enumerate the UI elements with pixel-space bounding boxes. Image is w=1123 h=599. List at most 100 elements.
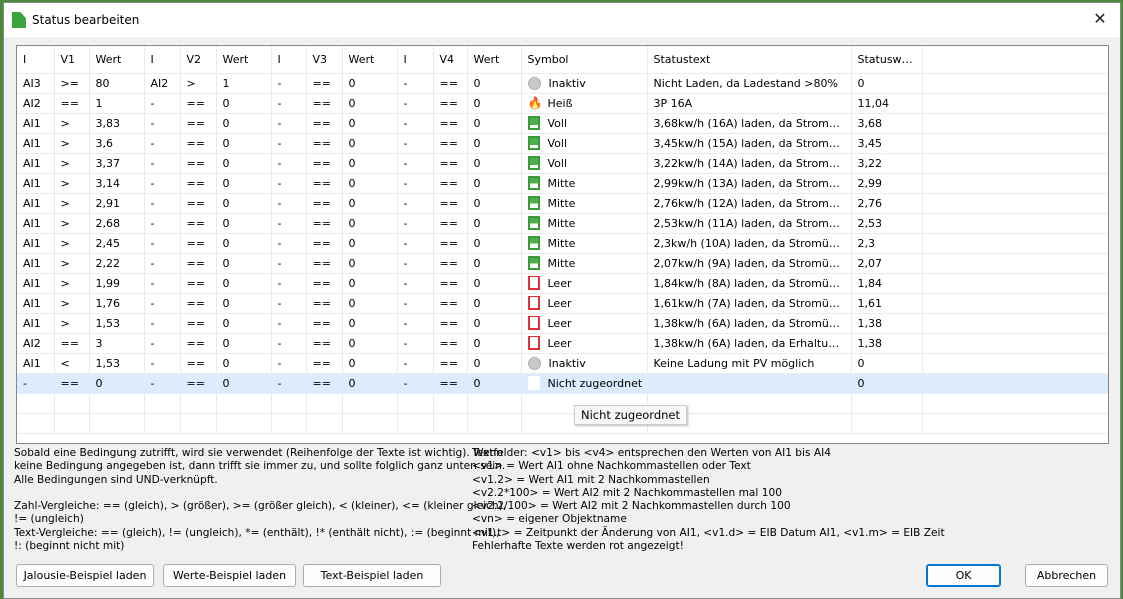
table-cell[interactable]: - (271, 193, 307, 214)
table-cell[interactable]: 0 (342, 133, 398, 154)
table-cell[interactable]: > (180, 73, 217, 94)
table-cell[interactable]: < (54, 353, 90, 374)
table-cell[interactable]: == (433, 253, 468, 274)
table-cell[interactable]: AI1 (17, 153, 55, 174)
table-cell[interactable]: == (433, 153, 468, 174)
table-cell[interactable]: == (306, 233, 343, 254)
table-cell[interactable]: - (144, 213, 181, 234)
column-header[interactable]: Symbol (521, 46, 648, 74)
table-cell[interactable]: 0 (342, 333, 398, 354)
table-cell[interactable]: 0 (216, 233, 272, 254)
table-cell[interactable]: 0 (467, 233, 522, 254)
table-cell[interactable]: - (397, 213, 434, 234)
table-cell[interactable]: - (271, 333, 307, 354)
symbol-cell[interactable]: Leer (521, 273, 648, 294)
cancel-button[interactable]: Abbrechen (1025, 564, 1108, 587)
table-cell[interactable]: - (271, 313, 307, 334)
ok-button[interactable]: OK (926, 564, 1001, 587)
table-cell[interactable]: 0 (467, 353, 522, 374)
table-cell[interactable]: 0 (216, 353, 272, 374)
table-cell[interactable]: 0 (342, 173, 398, 194)
table-cell[interactable]: == (433, 293, 468, 314)
table-cell[interactable]: AI1 (17, 273, 55, 294)
table-row[interactable]: AI1 >3,37- == 0- == 0- == 0 Voll 3,22kw/h (14A) l… (17, 153, 1108, 174)
table-cell[interactable]: > (54, 173, 90, 194)
table-cell[interactable]: == (433, 273, 468, 294)
table-cell[interactable]: == (306, 313, 343, 334)
table-cell[interactable]: 0 (467, 73, 522, 94)
table-cell[interactable]: == (180, 113, 217, 134)
column-header[interactable]: V1 (54, 46, 90, 74)
table-cell[interactable]: == (306, 73, 343, 94)
table-cell[interactable]: == (306, 113, 343, 134)
symbol-cell[interactable]: Voll (521, 133, 648, 154)
status-text-cell[interactable]: 2,53kw/h (11A) laden, da Stromüber… (647, 213, 852, 234)
status-value-cell[interactable]: 2,07 (851, 253, 923, 274)
table-row[interactable]: AI1 >2,68- == 0- == 0- == 0 Mitte 2,53kw/h (11A) … (17, 213, 1108, 234)
table-cell[interactable]: 0 (342, 153, 398, 174)
status-value-cell[interactable]: 1,61 (851, 293, 923, 314)
table-cell[interactable]: 0 (216, 193, 272, 214)
status-text-cell[interactable]: 1,38kw/h (6A) laden, da Erhaltungsl… (647, 333, 852, 354)
table-cell[interactable]: - (271, 373, 307, 394)
table-cell[interactable]: == (306, 193, 343, 214)
table-cell[interactable]: == (54, 373, 90, 394)
status-table[interactable]: I V1 Wert I V2 Wert I V3 Wert I V4 Wert Symbol Status… (16, 45, 1109, 444)
status-text-cell[interactable]: Nicht Laden, da Ladestand >80% (647, 73, 852, 94)
table-cell[interactable]: 1,53 (89, 313, 145, 334)
table-cell[interactable]: - (271, 353, 307, 374)
table-cell[interactable]: AI1 (17, 253, 55, 274)
table-cell[interactable]: 0 (342, 113, 398, 134)
table-cell[interactable]: - (271, 133, 307, 154)
table-cell[interactable]: 2,91 (89, 193, 145, 214)
table-cell[interactable]: 0 (342, 293, 398, 314)
table-cell[interactable]: == (54, 93, 90, 114)
table-cell[interactable]: 0 (89, 373, 145, 394)
status-value-cell[interactable]: 0 (851, 73, 923, 94)
table-cell[interactable]: > (54, 313, 90, 334)
table-cell[interactable]: 3,37 (89, 153, 145, 174)
table-cell[interactable]: == (180, 153, 217, 174)
symbol-cell[interactable]: Mitte (521, 253, 648, 274)
table-cell[interactable]: 0 (342, 373, 398, 394)
table-cell[interactable]: 1 (216, 73, 272, 94)
table-cell[interactable]: 0 (342, 313, 398, 334)
table-cell[interactable]: 0 (342, 93, 398, 114)
table-cell[interactable]: - (397, 153, 434, 174)
table-cell[interactable]: AI1 (17, 313, 55, 334)
table-cell[interactable]: - (397, 373, 434, 394)
symbol-cell[interactable]: Mitte (521, 233, 648, 254)
table-cell[interactable]: > (54, 133, 90, 154)
table-cell[interactable]: == (180, 293, 217, 314)
status-text-cell[interactable]: 2,3kw/h (10A) laden, da Stromübers… (647, 233, 852, 254)
status-value-cell[interactable]: 0 (851, 353, 923, 374)
table-cell[interactable]: 0 (342, 193, 398, 214)
table-cell[interactable]: - (144, 133, 181, 154)
table-cell[interactable]: - (397, 93, 434, 114)
table-cell[interactable]: - (397, 113, 434, 134)
table-cell[interactable]: == (306, 153, 343, 174)
status-value-cell[interactable]: 0 (851, 373, 923, 394)
table-cell[interactable]: > (54, 113, 90, 134)
symbol-cell[interactable]: 🔥 Heiß (521, 93, 648, 114)
column-header[interactable]: I (17, 46, 55, 74)
status-value-cell[interactable]: 1,84 (851, 273, 923, 294)
table-cell[interactable]: == (306, 253, 343, 274)
table-row[interactable]: AI1 >1,76- == 0- == 0- == 0 Leer 1,61kw/h (7A) la… (17, 293, 1108, 314)
table-cell[interactable]: == (306, 133, 343, 154)
symbol-cell[interactable]: Voll (521, 113, 648, 134)
table-cell[interactable]: 80 (89, 73, 145, 94)
table-cell[interactable]: 0 (342, 233, 398, 254)
table-cell[interactable]: 0 (342, 73, 398, 94)
table-cell[interactable]: - (271, 93, 307, 114)
table-cell[interactable]: 0 (467, 213, 522, 234)
load-text-example-button[interactable]: Text-Beispiel laden (303, 564, 441, 587)
table-cell[interactable]: 0 (216, 113, 272, 134)
table-cell[interactable]: - (144, 233, 181, 254)
table-cell[interactable]: - (397, 273, 434, 294)
table-cell[interactable]: == (433, 133, 468, 154)
table-cell[interactable]: - (144, 113, 181, 134)
table-cell[interactable]: == (180, 213, 217, 234)
table-cell[interactable]: > (54, 253, 90, 274)
table-row[interactable]: AI1 >1,53- == 0- == 0- == 0 Leer 1,38kw/h (6A) la… (17, 313, 1108, 334)
